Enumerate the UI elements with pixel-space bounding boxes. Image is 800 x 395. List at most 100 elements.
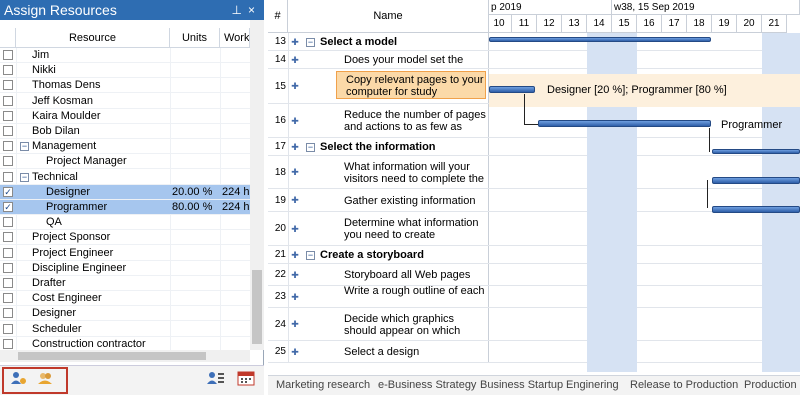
summary-bar[interactable] [489,37,711,42]
resource-checkbox[interactable] [3,95,13,106]
resource-row[interactable]: Cost Engineer [0,291,250,307]
resource-name: Project Manager [46,155,127,168]
resource-checkbox[interactable] [3,50,13,60]
resource-checkbox[interactable] [3,338,13,349]
resource-row[interactable]: Kaira Moulder [0,109,250,124]
tab-ebusiness-strategy[interactable]: e-Business Strategy [378,376,476,395]
resource-row[interactable]: Scheduler [0,322,250,337]
task-bar[interactable] [538,120,711,127]
task-type-icon: ✚ [291,55,299,65]
resource-checkbox[interactable] [3,323,13,334]
resource-list-icon [207,372,224,384]
task-bar[interactable] [712,206,800,213]
resource-checkbox[interactable] [3,156,13,167]
resource-row[interactable]: Project Manager [0,154,250,170]
resource-row[interactable]: Construction contractor [0,337,250,350]
resource-checkbox[interactable] [3,80,13,91]
scroll-thumb[interactable] [18,352,206,360]
resource-row[interactable]: Jeff Kosman [0,94,250,109]
tab-marketing-research[interactable]: Marketing research [276,376,370,395]
resource-checkbox[interactable] [3,293,13,304]
task-number: 23 [274,291,286,302]
calendar-button[interactable] [234,370,258,390]
day-header: 16 [637,15,662,33]
collapse-toggle[interactable]: − [20,142,29,152]
scroll-thumb[interactable] [252,270,262,344]
work-column-header[interactable]: Work [220,28,250,48]
project-tabs: Marketing research e-Business Strategy B… [268,375,800,395]
task-name[interactable]: Does your model set the [344,54,486,66]
task-name[interactable]: Determine what information you need to c… [344,217,486,241]
task-bar[interactable] [712,177,800,184]
task-type-icon: ✚ [291,270,299,280]
resource-checkbox[interactable] [3,262,13,273]
task-name[interactable]: Reduce the number of pages and actions t… [344,109,486,133]
dependency-line [524,94,525,124]
resource-row[interactable]: − Technical [0,170,250,185]
resource-checkbox[interactable] [3,278,13,288]
resource-checkbox[interactable] [3,65,13,76]
resource-checkbox[interactable] [3,141,13,152]
day-header: 21 [762,15,787,33]
resource-checkbox[interactable] [3,308,13,319]
task-name[interactable]: Select a design [344,346,486,358]
day-header: 14 [587,15,612,33]
resource-row[interactable]: QA [0,215,250,231]
collapse-toggle[interactable]: − [306,250,315,260]
task-name[interactable]: Copy relevant pages to your computer for… [336,71,486,99]
task-bar[interactable] [489,86,535,93]
collapse-toggle[interactable]: − [306,142,315,152]
resource-row[interactable]: Nikki [0,63,250,79]
task-name[interactable]: What information will your visitors need… [344,161,486,185]
resource-units[interactable]: 20.00 % [172,185,218,200]
resource-row[interactable]: Project Engineer [0,246,250,261]
summary-bar[interactable] [712,149,800,154]
task-name[interactable]: Storyboard all Web pages [344,269,486,281]
resource-checkbox[interactable] [3,217,13,228]
panel-vertical-scrollbar[interactable] [250,20,264,350]
resource-checkbox[interactable] [3,126,13,136]
tab-production[interactable]: Production [744,376,797,395]
tab-enginering[interactable]: Enginering [566,376,619,395]
resource-checkbox[interactable] [3,110,13,121]
collapse-toggle[interactable]: − [20,172,29,182]
task-name[interactable]: Write a rough outline of each [344,285,486,297]
resource-row[interactable]: Discipline Engineer [0,261,250,276]
task-type-icon: ✚ [291,167,299,177]
resource-row[interactable]: Designer [0,306,250,322]
resource-checkbox[interactable]: ✓ [3,202,13,212]
task-name[interactable]: Select a model [320,36,486,48]
resource-checkbox[interactable] [3,171,13,182]
resource-row[interactable]: Thomas Dens [0,78,250,94]
resource-row[interactable]: − Management [0,139,250,155]
resource-label: Programmer [721,119,783,131]
task-number: 16 [274,115,286,126]
task-name[interactable]: Select the information [320,141,486,153]
name-column-header[interactable]: Name [288,0,489,33]
pin-icon[interactable]: ⊥ [232,3,248,17]
resource-checkbox[interactable]: ✓ [3,186,13,197]
collapse-toggle[interactable]: − [306,37,315,47]
resource-checkbox[interactable] [3,247,13,258]
resource-column-header[interactable]: Resource [16,28,170,48]
resource-row[interactable]: Drafter [0,276,250,291]
resource-checkbox[interactable] [3,232,13,243]
resource-list-button[interactable] [204,370,228,390]
panel-horizontal-scrollbar[interactable] [0,350,250,362]
task-name[interactable]: Gather existing information [344,195,486,207]
resource-row[interactable]: ✓ Designer 20.00 % 224 h [0,184,250,200]
remove-resource-button[interactable] [34,370,58,390]
units-column-header[interactable]: Units [170,28,220,48]
task-name[interactable]: Create a storyboard [320,249,486,261]
resource-row[interactable]: Project Sponsor [0,230,250,246]
tab-release-to-production[interactable]: Release to Production [630,376,738,395]
close-icon[interactable]: × [248,3,261,17]
tab-business-startup[interactable]: Business Startup [480,376,563,395]
resource-row[interactable]: Jim [0,48,250,63]
resource-row[interactable]: ✓ Programmer 80.00 % 224 h [0,200,250,215]
assign-resource-button[interactable] [6,370,30,390]
resource-row[interactable]: Bob Dilan [0,124,250,139]
task-name[interactable]: Decide which graphics should appear on w… [344,313,486,337]
task-number: 25 [274,346,286,357]
resource-units[interactable]: 80.00 % [172,200,218,215]
